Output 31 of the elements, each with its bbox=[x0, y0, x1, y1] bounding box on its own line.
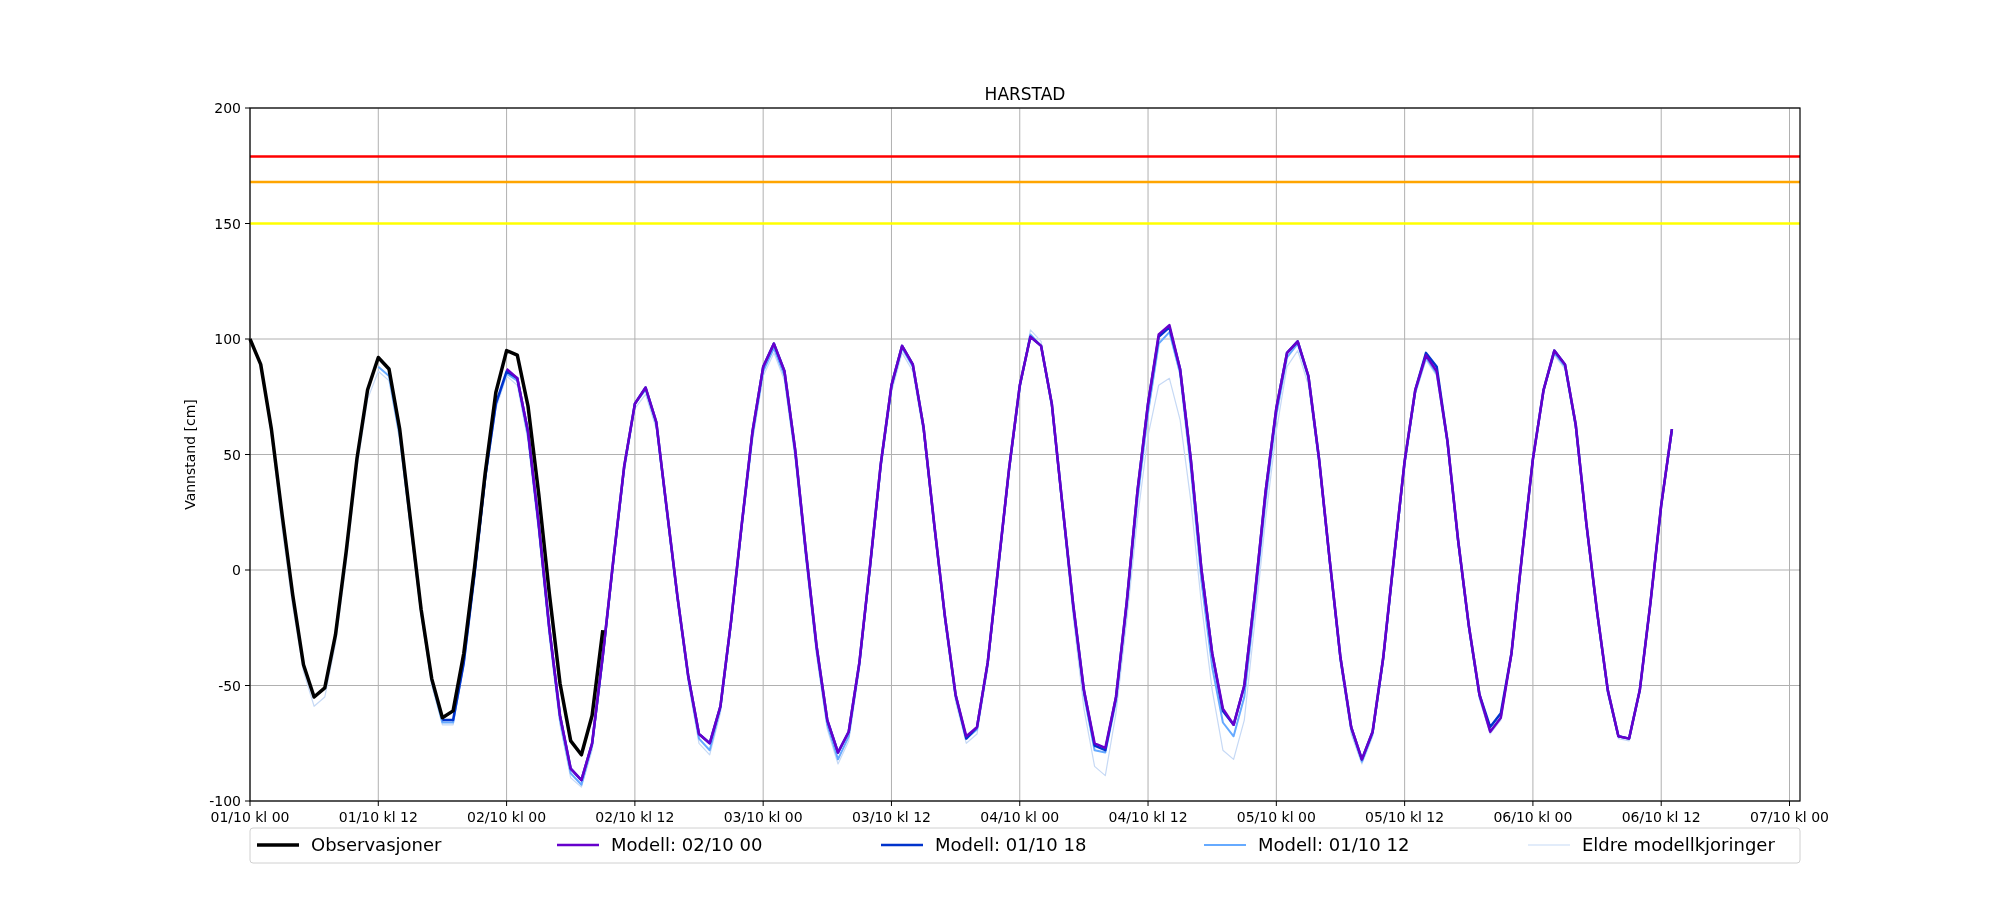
legend-line-icon bbox=[1203, 844, 1247, 846]
axis-tick-label: 05/10 kl 00 bbox=[1236, 809, 1316, 825]
axis-tick-label: 03/10 kl 12 bbox=[851, 809, 931, 825]
axis-tick-label: 200 bbox=[214, 100, 241, 116]
axis-tick-label: 01/10 kl 00 bbox=[210, 809, 290, 825]
legend-label: Modell: 01/10 18 bbox=[935, 834, 1087, 855]
axis-tick-label: 05/10 kl 12 bbox=[1365, 809, 1445, 825]
legend-label: Modell: 02/10 00 bbox=[611, 834, 763, 855]
legend-label: Observasjoner bbox=[311, 834, 442, 855]
axis-tick-label: -50 bbox=[218, 677, 241, 694]
legend-line-icon bbox=[557, 843, 599, 847]
axis-tick-label: 02/10 kl 00 bbox=[467, 809, 547, 825]
axis-tick-label: -100 bbox=[209, 793, 241, 809]
axis-tick-label: 04/10 kl 00 bbox=[980, 809, 1060, 825]
axis-label: Vannstand [cm] bbox=[182, 399, 198, 510]
axis-tick-label: 06/10 kl 12 bbox=[1621, 809, 1701, 825]
axis-tick-label: 02/10 kl 12 bbox=[595, 809, 675, 825]
axis-tick-label: 50 bbox=[223, 446, 241, 463]
axis-tick-label: 06/10 kl 00 bbox=[1493, 809, 1573, 825]
axis-tick-label: 01/10 kl 12 bbox=[338, 809, 418, 825]
legend-label: Eldre modellkjoringer bbox=[1582, 834, 1775, 855]
axis-tick-label: 0 bbox=[232, 562, 241, 578]
axis-tick-label: 07/10 kl 00 bbox=[1749, 809, 1830, 825]
axis-tick-label: 03/10 kl 00 bbox=[723, 809, 803, 825]
chart-title: HARSTAD bbox=[984, 84, 1066, 104]
legend-label: Modell: 01/10 12 bbox=[1258, 834, 1410, 855]
legend-line-icon bbox=[881, 843, 923, 847]
legend-line-icon bbox=[257, 843, 299, 847]
axis-tick-label: 100 bbox=[214, 331, 241, 347]
axis-tick-label: 150 bbox=[214, 215, 241, 232]
axis-tick-label: 04/10 kl 12 bbox=[1108, 809, 1188, 825]
